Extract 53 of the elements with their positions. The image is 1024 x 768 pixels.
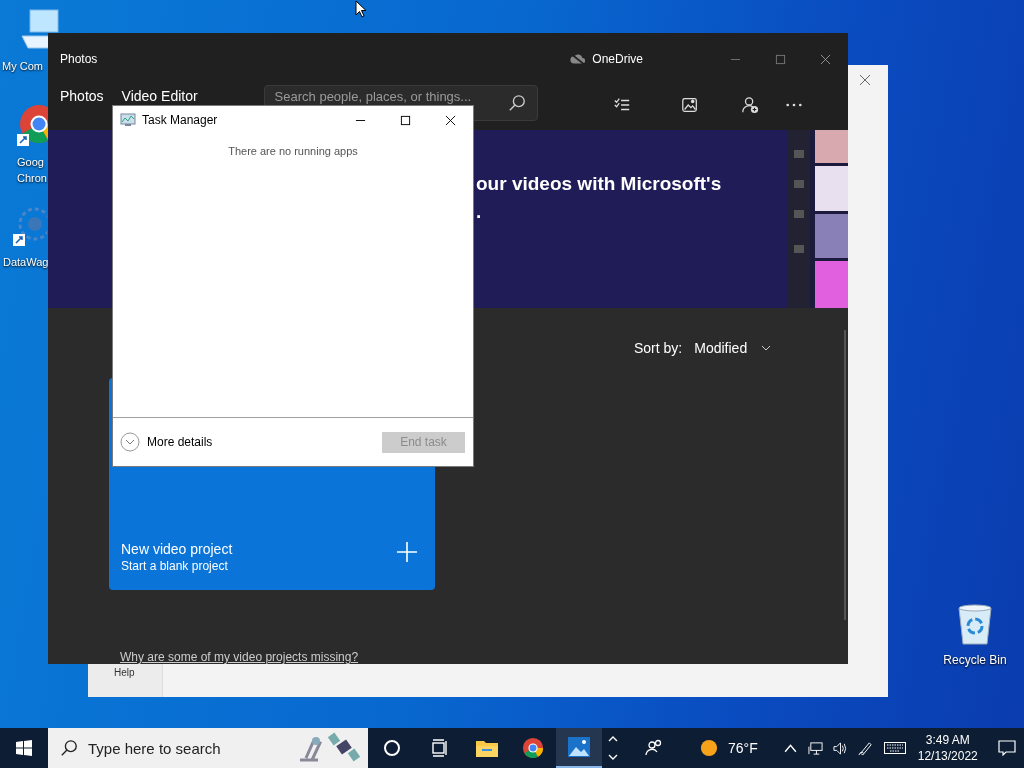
windows-logo-icon[interactable] bbox=[16, 740, 32, 756]
photos-icon bbox=[567, 736, 591, 758]
monitor-chart-icon bbox=[120, 113, 136, 127]
sort-label: Sort by: bbox=[634, 340, 683, 356]
more-details-button[interactable]: More details bbox=[120, 432, 213, 452]
icon-label: Recycle Bin bbox=[943, 652, 1007, 668]
temperature-label[interactable]: 76°F bbox=[728, 740, 758, 756]
clock-time[interactable]: 3:49 AM bbox=[925, 732, 970, 748]
card-title: New video project bbox=[121, 540, 233, 558]
pen-icon[interactable] bbox=[857, 740, 873, 756]
search-icon bbox=[60, 739, 78, 757]
taskbar-search-field[interactable]: Type here to search bbox=[48, 728, 368, 768]
sun-icon bbox=[700, 739, 718, 757]
banner-text: . bbox=[476, 200, 483, 224]
notification-icon[interactable] bbox=[997, 740, 1016, 756]
cursor-icon bbox=[355, 0, 367, 19]
cortana-icon[interactable] bbox=[382, 738, 402, 758]
close-icon[interactable] bbox=[445, 114, 456, 126]
empty-message: There are no running apps bbox=[228, 145, 358, 159]
scroll-arrows-icon[interactable] bbox=[608, 734, 618, 762]
maximize-icon[interactable] bbox=[400, 114, 411, 126]
recycle-bin-icon[interactable] bbox=[955, 602, 995, 646]
computer-icon[interactable] bbox=[18, 8, 62, 52]
onedrive-label[interactable]: OneDrive bbox=[592, 52, 643, 66]
scrollbar[interactable] bbox=[844, 330, 846, 620]
card-subtitle: Start a blank project bbox=[121, 558, 229, 574]
cloud-off-icon[interactable] bbox=[570, 53, 587, 65]
help-label[interactable]: Help bbox=[114, 667, 135, 678]
add-person-icon[interactable] bbox=[740, 96, 759, 114]
icon-label: DataWag bbox=[3, 255, 49, 270]
search-icon[interactable] bbox=[507, 94, 526, 112]
chevron-circle-icon bbox=[120, 432, 140, 452]
clock-date[interactable]: 12/13/2022 bbox=[917, 748, 978, 764]
network-icon[interactable] bbox=[807, 740, 823, 756]
window-title: Task Manager bbox=[142, 113, 219, 127]
help-link[interactable]: Why are some of my video projects missing? bbox=[120, 650, 359, 664]
image-import-icon[interactable] bbox=[680, 96, 699, 114]
taskbar-app[interactable] bbox=[556, 728, 602, 768]
people-icon[interactable] bbox=[644, 738, 664, 758]
icon-label: My Com bbox=[2, 59, 43, 74]
keyboard-icon[interactable] bbox=[883, 742, 906, 754]
nav-tab[interactable]: Photos bbox=[60, 88, 104, 104]
task-view-icon[interactable] bbox=[430, 738, 450, 758]
nav-tab[interactable]: Video Editor bbox=[121, 88, 198, 104]
window-title: Photos bbox=[60, 52, 99, 66]
banner-text: our videos with Microsoft's bbox=[476, 172, 722, 196]
chrome-icon bbox=[521, 737, 545, 759]
volume-icon[interactable] bbox=[832, 740, 848, 756]
icon-label: Chron bbox=[17, 171, 47, 186]
plus-icon bbox=[397, 542, 417, 562]
chevron-down-icon bbox=[761, 345, 772, 351]
sort-dropdown[interactable]: Modified bbox=[694, 340, 772, 356]
icon-label: Goog bbox=[17, 155, 44, 170]
